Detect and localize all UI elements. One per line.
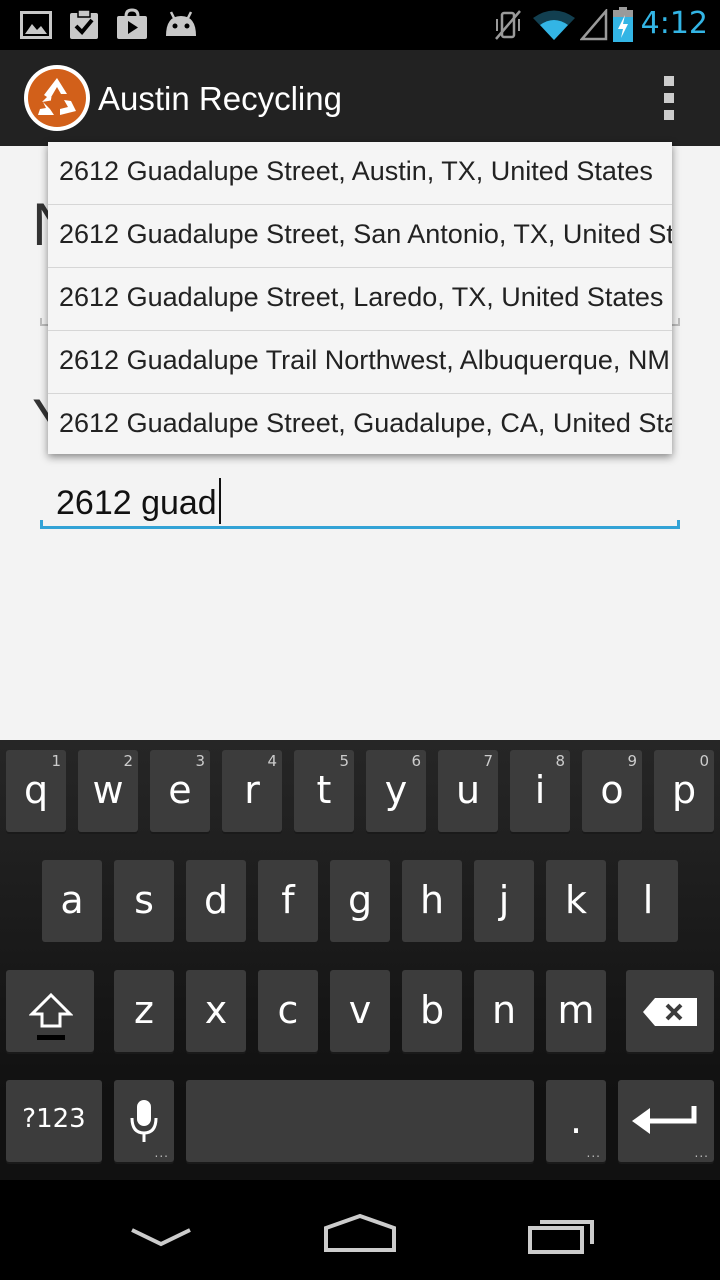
wifi-icon xyxy=(533,10,575,40)
battery-charging-icon xyxy=(613,7,633,42)
key-b[interactable]: b xyxy=(402,970,462,1052)
voice-input-key[interactable]: ... xyxy=(114,1080,174,1162)
backspace-icon xyxy=(643,998,697,1026)
key-a[interactable]: a xyxy=(42,860,102,942)
key-l[interactable]: l xyxy=(618,860,678,942)
address-input-underline xyxy=(40,520,680,529)
key-r[interactable]: 4r xyxy=(222,750,282,832)
enter-key[interactable]: ... xyxy=(618,1080,714,1162)
suggestion-item[interactable]: 2612 Guadalupe Street, San Antonio, TX, … xyxy=(48,205,672,268)
key-w[interactable]: 2w xyxy=(78,750,138,832)
space-key[interactable] xyxy=(186,1080,534,1162)
key-t[interactable]: 5t xyxy=(294,750,354,832)
key-e[interactable]: 3e xyxy=(150,750,210,832)
address-input[interactable]: 2612 guad xyxy=(56,478,221,524)
vibrate-off-icon xyxy=(495,10,521,40)
back-chevron-icon[interactable] xyxy=(128,1226,194,1250)
key-q[interactable]: 1q xyxy=(6,750,66,832)
soft-keyboard: 1q 2w 3e 4r 5t 6y 7u 8i 9o 0p a s d f g … xyxy=(0,740,720,1180)
status-bar: 4:12 xyxy=(0,0,720,50)
suggestion-item[interactable]: 2612 Guadalupe Trail Northwest, Albuquer… xyxy=(48,331,672,394)
key-s[interactable]: s xyxy=(114,860,174,942)
key-o[interactable]: 9o xyxy=(582,750,642,832)
recent-apps-icon[interactable] xyxy=(526,1216,598,1256)
enter-icon xyxy=(632,1106,697,1134)
key-x[interactable]: x xyxy=(186,970,246,1052)
home-icon[interactable] xyxy=(322,1212,398,1254)
key-i[interactable]: 8i xyxy=(510,750,570,832)
key-y[interactable]: 6y xyxy=(366,750,426,832)
key-p[interactable]: 0p xyxy=(654,750,714,832)
signal-icon xyxy=(580,9,608,41)
period-key[interactable]: .... xyxy=(546,1080,606,1162)
navigation-bar xyxy=(0,1180,720,1280)
suggestion-item[interactable]: 2612 Guadalupe Street, Laredo, TX, Unite… xyxy=(48,268,672,331)
suggestion-item[interactable]: 2612 Guadalupe Street, Guadalupe, CA, Un… xyxy=(48,394,672,454)
overflow-menu-icon[interactable] xyxy=(662,76,676,120)
key-d[interactable]: d xyxy=(186,860,246,942)
app-title: Austin Recycling xyxy=(98,80,342,117)
status-clock: 4:12 xyxy=(640,6,708,41)
key-m[interactable]: m xyxy=(546,970,606,1052)
autocomplete-dropdown: 2612 Guadalupe Street, Austin, TX, Unite… xyxy=(48,142,672,454)
key-h[interactable]: h xyxy=(402,860,462,942)
key-n[interactable]: n xyxy=(474,970,534,1052)
symbols-key[interactable]: ?123 xyxy=(6,1080,102,1162)
action-bar: Austin Recycling xyxy=(0,50,720,146)
key-z[interactable]: z xyxy=(114,970,174,1052)
key-f[interactable]: f xyxy=(258,860,318,942)
microphone-icon xyxy=(130,1100,158,1142)
key-v[interactable]: v xyxy=(330,970,390,1052)
key-k[interactable]: k xyxy=(546,860,606,942)
recycle-logo-icon xyxy=(28,69,86,127)
key-g[interactable]: g xyxy=(330,860,390,942)
clipboard-check-icon xyxy=(70,9,98,39)
key-u[interactable]: 7u xyxy=(438,750,498,832)
shift-key[interactable] xyxy=(6,970,94,1052)
text-cursor xyxy=(218,478,221,524)
key-c[interactable]: c xyxy=(258,970,318,1052)
shift-icon xyxy=(29,992,73,1040)
delete-key[interactable] xyxy=(626,970,714,1052)
play-store-icon xyxy=(117,8,147,39)
address-input-value: 2612 guad xyxy=(56,484,217,522)
app-logo[interactable] xyxy=(24,65,90,131)
suggestion-item[interactable]: 2612 Guadalupe Street, Austin, TX, Unite… xyxy=(48,142,672,205)
image-icon xyxy=(20,11,52,39)
android-icon xyxy=(166,11,196,36)
key-j[interactable]: j xyxy=(474,860,534,942)
